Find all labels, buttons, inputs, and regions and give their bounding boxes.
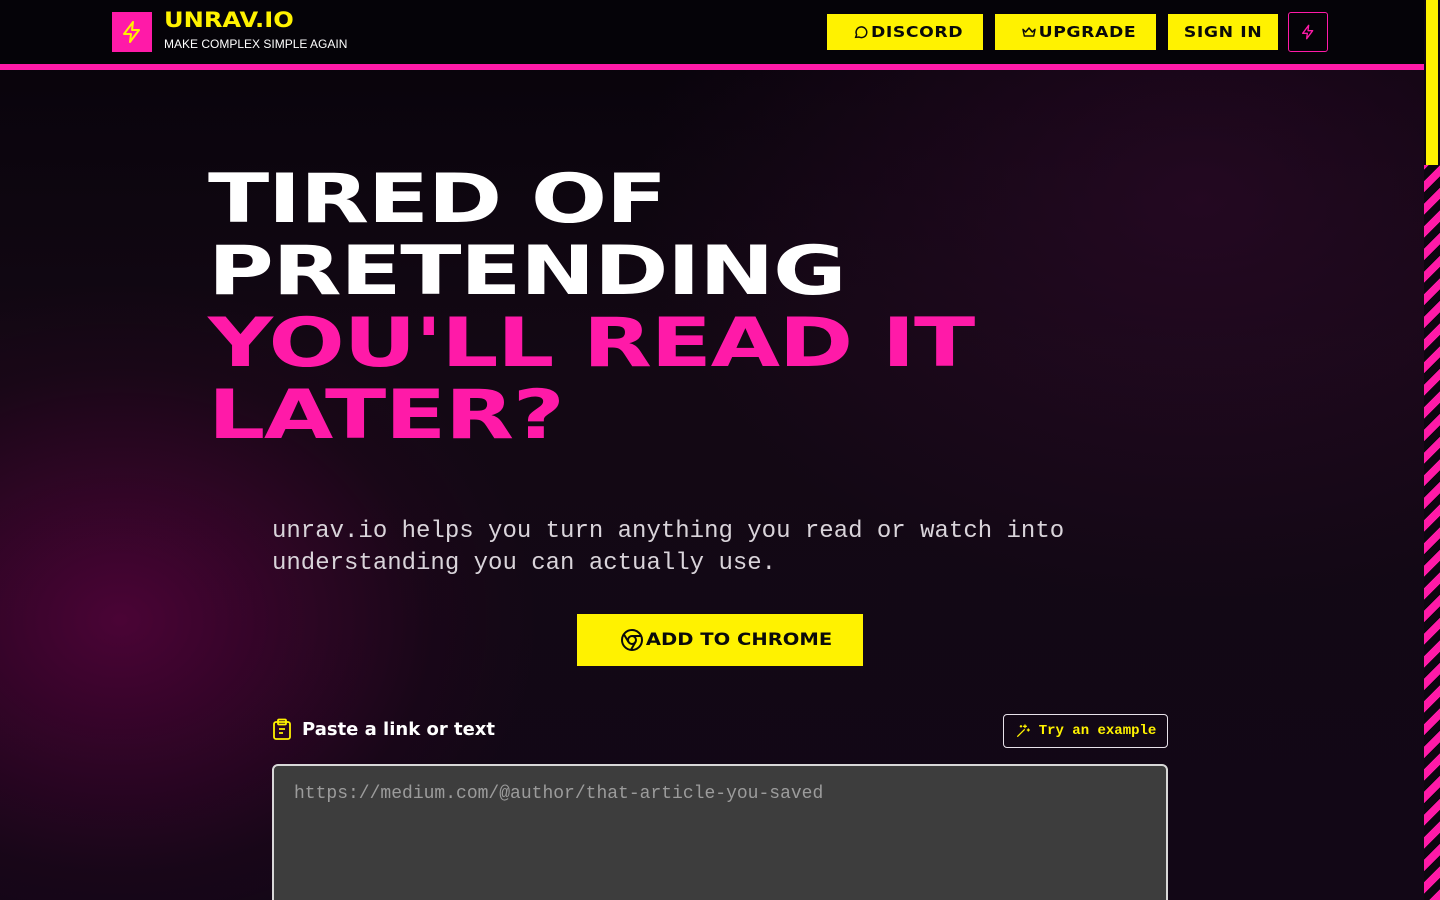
- lightning-bolt-icon: [123, 21, 140, 43]
- scrollbar-thumb[interactable]: [1426, 0, 1438, 165]
- paste-label-text: Paste a link or text: [302, 718, 495, 740]
- hero-line-1: TIRED OF: [208, 160, 667, 239]
- site-header: UNRAV.IO MAKE COMPLEX SIMPLE AGAIN DISCO…: [0, 0, 1424, 64]
- add-to-chrome-label: ADD TO CHROME: [645, 630, 833, 650]
- header-divider: [0, 64, 1424, 70]
- try-example-label: Try an example: [1038, 723, 1157, 739]
- discord-label: DISCORD: [870, 23, 964, 41]
- discord-button[interactable]: DISCORD: [827, 14, 983, 50]
- crown-icon: [1022, 27, 1036, 37]
- upgrade-label: UPGRADE: [1038, 23, 1137, 41]
- clipboard-icon: [273, 718, 291, 740]
- brand-tagline: MAKE COMPLEX SIMPLE AGAIN: [164, 37, 348, 51]
- sign-in-button[interactable]: SIGN IN: [1168, 14, 1278, 50]
- sign-in-label: SIGN IN: [1183, 23, 1263, 41]
- sparkle-wand-icon: [1016, 724, 1030, 737]
- paste-label: Paste a link or text: [272, 718, 495, 740]
- logo[interactable]: [112, 12, 152, 52]
- hero-headline: TIRED OF PRETENDING YOU'LL READ IT LATER…: [208, 164, 975, 452]
- hero-line-3: YOU'LL READ IT: [208, 304, 975, 383]
- chat-bubble-icon: [854, 26, 868, 39]
- add-to-chrome-button[interactable]: ADD TO CHROME: [577, 614, 863, 666]
- hero-line-4: LATER?: [208, 376, 565, 455]
- lightning-bolt-icon: [1302, 24, 1314, 40]
- hero-line-2: PRETENDING: [208, 232, 847, 311]
- try-example-button[interactable]: Try an example: [1003, 714, 1168, 748]
- link-or-text-input[interactable]: [272, 764, 1168, 900]
- chrome-icon: [620, 629, 643, 651]
- hero-subtitle: unrav.io helps you turn anything you rea…: [272, 518, 1065, 577]
- menu-bolt-button[interactable]: [1288, 12, 1328, 52]
- brand-name[interactable]: UNRAV.IO: [164, 8, 294, 32]
- upgrade-button[interactable]: UPGRADE: [995, 14, 1156, 50]
